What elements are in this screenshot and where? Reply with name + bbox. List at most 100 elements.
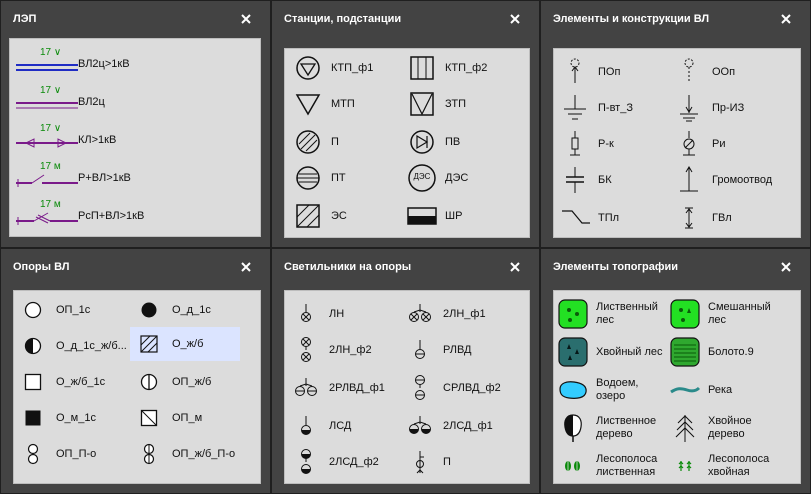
tool-item[interactable]: РЛВД bbox=[401, 333, 471, 367]
tool-item[interactable]: П bbox=[401, 445, 451, 479]
conifer-belt-icon bbox=[666, 451, 704, 481]
tool-label: КТП_ф1 bbox=[331, 61, 374, 74]
lamp-2lsd-f2-icon bbox=[287, 447, 325, 477]
tool-item[interactable]: П bbox=[289, 125, 339, 159]
tool-item[interactable]: ПВ bbox=[403, 125, 460, 159]
tool-item[interactable]: Река bbox=[666, 373, 732, 407]
ktp-f2-icon bbox=[403, 53, 441, 83]
tool-label: Лесополоса лиственная bbox=[596, 453, 658, 478]
lightning-rod-icon bbox=[670, 165, 708, 195]
tool-item[interactable]: БК bbox=[556, 163, 612, 197]
tool-item[interactable]: КТП_ф1 bbox=[289, 51, 373, 85]
tool-label: СРЛВД_ф2 bbox=[443, 381, 501, 394]
tool-item[interactable]: Хвойное дерево bbox=[666, 411, 752, 445]
tool-item[interactable]: П-вт_З bbox=[556, 91, 633, 125]
tool-item[interactable]: ДЭС ДЭС bbox=[403, 161, 468, 195]
tool-label: Р-к bbox=[598, 137, 614, 150]
close-icon[interactable] bbox=[780, 261, 792, 273]
tool-item[interactable]: Громоотвод bbox=[670, 163, 772, 197]
lamp-2rlvd-f1-icon bbox=[287, 373, 325, 403]
panel-title: ЛЭП bbox=[13, 13, 37, 25]
tool-item[interactable]: ООп bbox=[670, 55, 735, 89]
tool-item[interactable]: 2ЛСД_ф1 bbox=[401, 409, 493, 443]
close-icon[interactable] bbox=[509, 261, 521, 273]
tool-item[interactable]: 2ЛН_ф2 bbox=[287, 333, 372, 367]
support-circle-line-icon bbox=[130, 367, 168, 397]
tool-item[interactable]: ОП_ж/б_П-о bbox=[130, 437, 248, 471]
close-icon[interactable] bbox=[240, 13, 252, 25]
support-circle-icon bbox=[14, 295, 52, 325]
tool-label: Водоем, озеро bbox=[596, 377, 639, 402]
arrester-icon bbox=[556, 129, 594, 159]
close-icon[interactable] bbox=[780, 13, 792, 25]
oop-support-icon bbox=[670, 57, 708, 87]
tool-item[interactable]: Р-к bbox=[556, 127, 614, 161]
tool-label: Лесополоса хвойная bbox=[708, 453, 770, 478]
tool-item[interactable]: 17 ∨ ВЛ2ц bbox=[12, 85, 105, 119]
tool-item[interactable]: О_д_1с_ж/б... bbox=[14, 329, 128, 363]
tool-item[interactable]: ЗТП bbox=[403, 87, 466, 121]
tool-item[interactable]: 17 ∨ КЛ>1кВ bbox=[12, 123, 116, 157]
tool-item[interactable]: ПТ bbox=[289, 161, 346, 195]
tool-label: ООп bbox=[712, 65, 736, 78]
tool-label: П bbox=[331, 135, 339, 148]
tool-label: 2ЛН_ф2 bbox=[329, 343, 372, 356]
tool-item[interactable]: МТП bbox=[289, 87, 355, 121]
tool-item[interactable]: Смешанный лес bbox=[666, 297, 771, 331]
tool-item[interactable]: Ри bbox=[670, 127, 725, 161]
tool-item[interactable]: 2РЛВД_ф1 bbox=[287, 371, 385, 405]
conifer-tree-icon bbox=[666, 413, 704, 443]
tool-item[interactable]: ОП_1с bbox=[14, 293, 128, 327]
tool-label: ОП_П-о bbox=[56, 447, 97, 460]
tool-item[interactable]: О_м_1с bbox=[14, 401, 128, 435]
close-icon[interactable] bbox=[509, 13, 521, 25]
tool-item[interactable]: КТП_ф2 bbox=[403, 51, 487, 85]
tool-item[interactable]: ОП_м bbox=[130, 401, 240, 435]
tool-item[interactable]: Лесополоса лиственная bbox=[554, 449, 657, 483]
panel-content: КТП_ф1 КТП_ф2 МТП ЗТП П ПВ ПТ ДЭС ДЭС ЭС… bbox=[284, 48, 530, 238]
tool-item[interactable]: ГВл bbox=[670, 201, 732, 235]
tool-item[interactable]: 17 м Р+ВЛ>1кВ bbox=[12, 161, 131, 195]
tool-item[interactable]: ЛСД bbox=[287, 409, 351, 443]
lamp-2ln-f1-icon bbox=[401, 299, 439, 329]
tool-item[interactable]: ОП_П-о bbox=[14, 437, 128, 471]
pt-icon bbox=[289, 163, 327, 193]
tool-item[interactable]: 2ЛСД_ф2 bbox=[287, 445, 379, 479]
tool-item[interactable]: 17 м РсП+ВЛ>1кВ bbox=[12, 199, 144, 233]
tool-item[interactable]: 17 ∨ ВЛ2ц>1кВ bbox=[12, 47, 130, 81]
tool-item[interactable]: 2ЛН_ф1 bbox=[401, 297, 486, 331]
tool-item[interactable]: ПОп bbox=[556, 55, 620, 89]
tool-label: ОП_м bbox=[172, 411, 203, 424]
tool-label: Лиственный лес bbox=[596, 301, 658, 326]
tool-item[interactable]: О_д_1с bbox=[130, 293, 240, 327]
tool-label: ЭС bbox=[331, 209, 347, 222]
panel-elements: Элементы и конструкции ВЛ ПОп ООп П-вт_З… bbox=[540, 0, 811, 248]
tool-item[interactable]: Лиственное дерево bbox=[554, 411, 656, 445]
tool-item[interactable]: ШР bbox=[403, 199, 462, 233]
ztp-icon bbox=[403, 89, 441, 119]
close-icon[interactable] bbox=[240, 261, 252, 273]
tool-item[interactable]: Лесополоса хвойная bbox=[666, 449, 769, 483]
tool-item[interactable]: Пр-ИЗ bbox=[670, 91, 744, 125]
tool-item[interactable]: ЛН bbox=[287, 297, 344, 331]
tool-label: РсП+ВЛ>1кВ bbox=[78, 209, 145, 222]
lamp-srlvd-f2-icon bbox=[401, 373, 439, 403]
tool-item[interactable]: О_ж/б_1с bbox=[14, 365, 128, 399]
tool-item[interactable]: ЭС bbox=[289, 199, 347, 233]
tool-item[interactable]: ОП_ж/б bbox=[130, 365, 240, 399]
tool-label: ПОп bbox=[598, 65, 621, 78]
tool-item[interactable]: Водоем, озеро bbox=[554, 373, 639, 407]
support-filled-square-icon bbox=[14, 403, 52, 433]
tool-item[interactable]: Хвойный лес bbox=[554, 335, 663, 369]
support-hatched-square-icon bbox=[130, 329, 168, 359]
tool-item[interactable]: Лиственный лес bbox=[554, 297, 658, 331]
tool-label: ОП_1с bbox=[56, 303, 91, 316]
tool-item[interactable]: ТПл bbox=[556, 201, 619, 235]
tool-label: ТПл bbox=[598, 211, 620, 224]
panel-topography: Элементы топографии Лиственный лес Смешан… bbox=[540, 248, 811, 494]
tool-item[interactable]: Болото.9 bbox=[666, 335, 754, 369]
tool-item-selected[interactable]: О_ж/б bbox=[130, 327, 240, 361]
panel-content: ПОп ООп П-вт_З Пр-ИЗ Р-к Ри БК Громоотво… bbox=[553, 48, 801, 238]
lake-icon bbox=[554, 375, 592, 405]
tool-item[interactable]: СРЛВД_ф2 bbox=[401, 371, 501, 405]
